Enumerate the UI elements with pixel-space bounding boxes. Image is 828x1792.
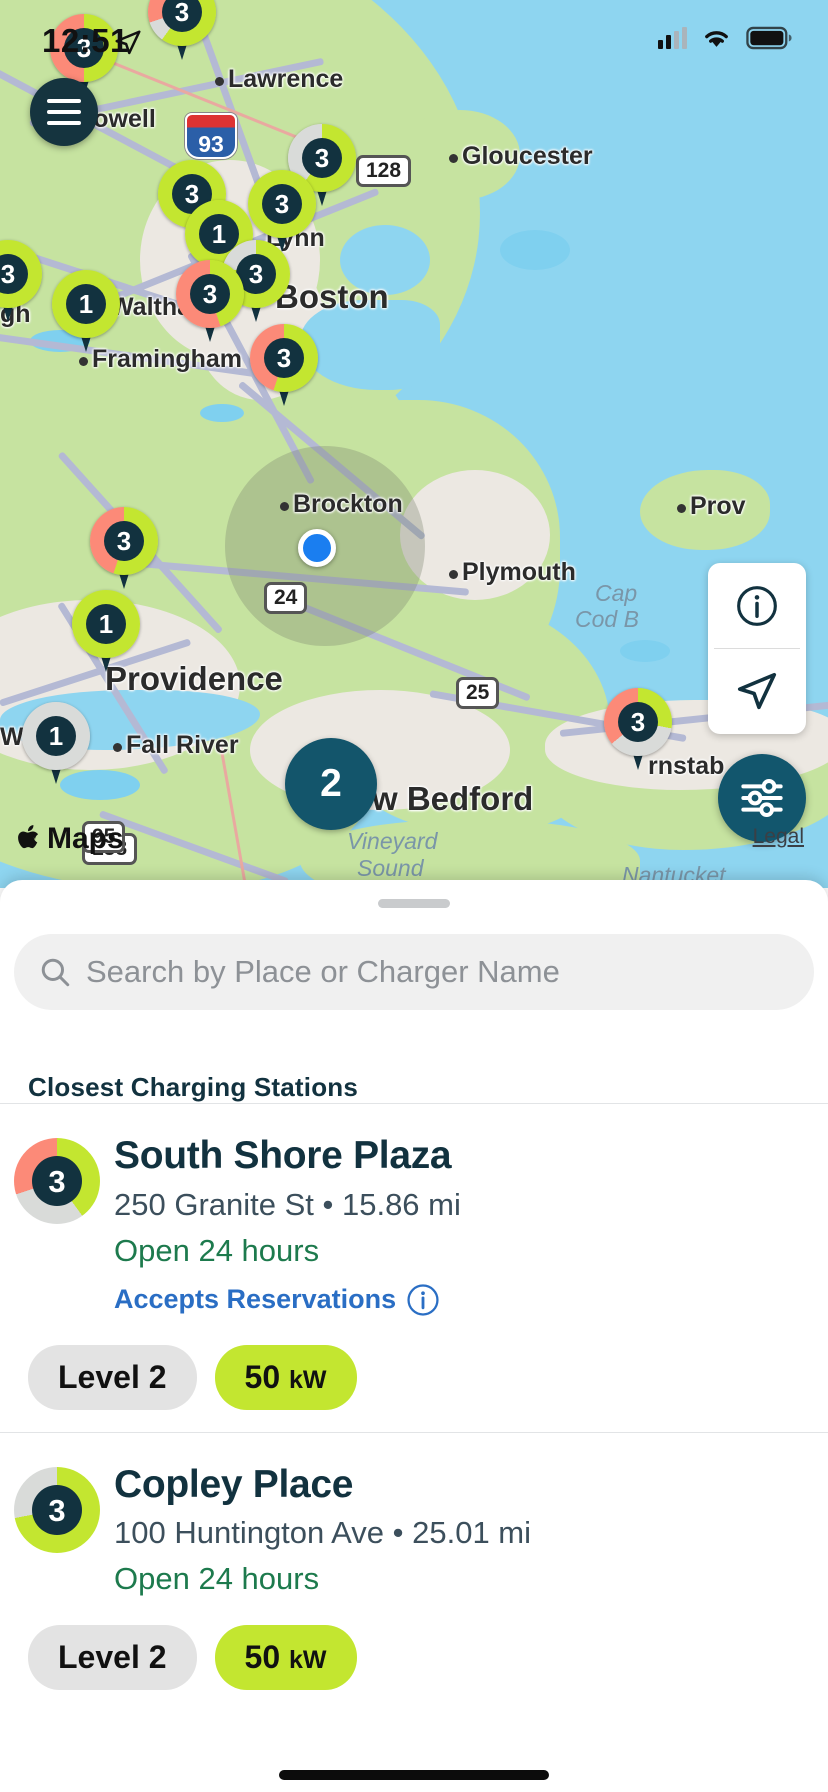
map-route-shield: 128 <box>356 155 412 188</box>
map-city-dot <box>449 154 458 163</box>
map-city-dot <box>79 357 88 366</box>
map-controls-panel <box>708 563 806 734</box>
sliders-filter-icon <box>741 778 783 818</box>
map-water-label: Cap <box>595 580 638 606</box>
legal-link[interactable]: Legal <box>753 825 804 849</box>
map-station-pin[interactable]: 3 <box>90 507 158 593</box>
hamburger-menu-button[interactable] <box>30 78 98 146</box>
pin-count: 1 <box>66 284 106 324</box>
map-route-shield: 24 <box>264 582 308 615</box>
pin-count: 3 <box>104 521 144 561</box>
station-list-item[interactable]: 3 Copley Place 100 Huntington Ave • 25.01 … <box>0 1431 828 1713</box>
station-row-main: 3 Copley Place 100 Huntington Ave • 25.01 … <box>0 1463 828 1598</box>
map-city-dot <box>677 504 686 513</box>
map-station-pin[interactable]: 1 <box>52 270 120 356</box>
map-station-pin[interactable]: 3 <box>148 0 216 64</box>
list-section-title: Closest Charging Stations <box>28 1072 359 1102</box>
sheet-drag-handle[interactable] <box>378 899 450 908</box>
map-city-dot <box>449 570 458 579</box>
map-info-button[interactable] <box>708 563 806 648</box>
station-details: South Shore Plaza 250 Granite St • 15.86 … <box>114 1134 828 1317</box>
home-indicator <box>279 1770 549 1780</box>
map-label: Prov <box>690 492 746 520</box>
station-power-badge: 50 kW <box>214 1344 357 1410</box>
search-icon <box>41 958 70 987</box>
station-level-badge: Level 2 <box>28 1625 197 1691</box>
map-station-pin[interactable]: 1 <box>22 702 90 788</box>
map-city-dot <box>280 502 289 511</box>
map-city-dot <box>215 77 224 86</box>
user-location-dot <box>298 529 336 567</box>
map-interstate-shield: 93 <box>185 113 237 159</box>
map-label: Lawrence <box>228 65 344 93</box>
map-water-label: Sound <box>357 855 424 881</box>
station-availability-donut: 3 <box>14 1466 100 1553</box>
search-input[interactable] <box>86 954 790 990</box>
map-label: Brockton <box>293 490 403 518</box>
navigate-arrow-icon <box>737 672 777 709</box>
station-address: 100 Huntington Ave • 25.01 mi <box>114 1515 532 1551</box>
map-label: Boston <box>275 278 389 315</box>
map-attribution-label: Maps <box>47 822 124 855</box>
info-circle-icon[interactable] <box>406 1283 440 1317</box>
station-donut-wrap: 3 <box>0 1134 114 1317</box>
map-station-pin[interactable]: 3 <box>176 260 244 346</box>
map-station-pin[interactable]: 3 <box>0 240 42 326</box>
station-availability-donut: 3 <box>14 1138 100 1224</box>
station-reservations-label: Accepts Reservations <box>114 1284 397 1315</box>
apple-logo-icon <box>18 825 39 849</box>
map-label: Fall River <box>126 731 239 759</box>
pin-count: 3 <box>190 274 230 314</box>
station-name: Copley Place <box>114 1462 354 1506</box>
station-badges: Level 2 50 kW <box>28 1344 828 1410</box>
map-route-shield: 25 <box>456 677 500 710</box>
station-charger-count: 3 <box>32 1156 82 1206</box>
station-level-badge: Level 2 <box>28 1344 197 1410</box>
map-canvas[interactable]: Lawrence Lowell Gloucester Lynn Boston Waltha… <box>0 0 828 888</box>
charging-station-list: 3 South Shore Plaza 250 Granite St • 15.86… <box>0 1103 828 1712</box>
map-cluster-marker[interactable]: 2 <box>285 738 377 830</box>
station-name: South Shore Plaza <box>114 1134 452 1177</box>
station-details: Copley Place 100 Huntington Ave • 25.01 m… <box>114 1463 828 1598</box>
station-power-badge: 50 kW <box>214 1625 357 1691</box>
search-bar[interactable] <box>14 934 814 1010</box>
station-donut-wrap: 3 <box>0 1463 114 1598</box>
station-list-item[interactable]: 3 South Shore Plaza 250 Granite St • 15.86… <box>0 1103 828 1432</box>
pin-count: 3 <box>262 184 302 224</box>
pin-count: 3 <box>264 338 304 378</box>
station-power-unit: kW <box>289 1646 327 1675</box>
map-station-pin[interactable]: 3 <box>604 688 672 774</box>
map-water-label: Cod B <box>575 606 639 632</box>
info-circle-icon <box>737 585 777 626</box>
station-hours: Open 24 hours <box>114 1232 320 1268</box>
pin-count: 1 <box>36 716 76 756</box>
station-row-main: 3 South Shore Plaza 250 Granite St • 15.86… <box>0 1134 828 1317</box>
hamburger-menu-icon <box>47 99 81 103</box>
station-charger-count: 3 <box>32 1484 82 1535</box>
map-recenter-button[interactable] <box>708 649 806 734</box>
bottom-sheet: Closest Charging Stations 3 South Shore P… <box>0 880 828 1792</box>
map-city-dot <box>113 743 122 752</box>
station-address: 250 Granite St • 15.86 mi <box>114 1186 461 1222</box>
station-badges: Level 2 50 kW <box>28 1625 828 1691</box>
map-attribution: Maps <box>14 822 124 856</box>
map-water-label: Vineyard <box>347 828 438 854</box>
map-label: Gloucester <box>462 142 593 170</box>
station-reservations-row[interactable]: Accepts Reservations <box>114 1283 812 1317</box>
station-hours: Open 24 hours <box>114 1561 320 1597</box>
pin-count: 3 <box>618 702 658 742</box>
map-station-pin[interactable]: 3 <box>250 324 318 410</box>
pin-count: 1 <box>86 604 126 644</box>
map-station-pin[interactable]: 1 <box>72 590 140 676</box>
map-label: w Bedford <box>372 780 534 817</box>
station-power-unit: kW <box>289 1365 327 1394</box>
map-label: Plymouth <box>462 558 576 586</box>
pin-count: 3 <box>64 28 104 68</box>
app-root: Lawrence Lowell Gloucester Lynn Boston Waltha… <box>0 0 828 1792</box>
